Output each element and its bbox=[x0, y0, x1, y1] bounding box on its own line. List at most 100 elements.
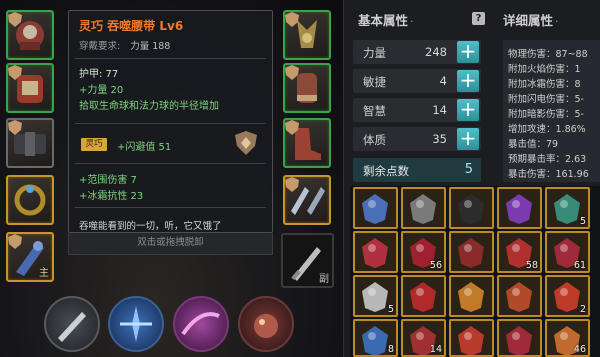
inventory-cell[interactable]: 56 bbox=[401, 231, 446, 273]
inventory-cell[interactable] bbox=[449, 187, 494, 229]
stack-count: 58 bbox=[525, 260, 538, 271]
ore-icon bbox=[506, 326, 532, 355]
inventory-cell[interactable]: 8 bbox=[353, 319, 398, 357]
quality-badge-icon bbox=[285, 177, 299, 192]
main-weapon-slot[interactable]: 主 bbox=[6, 232, 54, 282]
quality-badge-icon bbox=[8, 120, 22, 135]
help-icon[interactable]: ? bbox=[472, 12, 485, 25]
skill-slash[interactable] bbox=[44, 296, 100, 352]
gloves-slot[interactable] bbox=[283, 63, 331, 113]
armor-stat: 护甲: 77 bbox=[79, 69, 119, 80]
basic-attributes-header: 基本属性 · bbox=[358, 10, 414, 29]
inventory-cell[interactable] bbox=[353, 187, 398, 229]
add-constitution-button[interactable]: + bbox=[457, 128, 479, 150]
detail-line: 附加冰霜伤害：8 bbox=[508, 79, 581, 90]
stat-name: 力量 bbox=[363, 46, 386, 60]
secondary-weapon-slot[interactable]: 副 bbox=[281, 233, 334, 288]
stat-constitution: 体质 35 + bbox=[353, 127, 481, 151]
quality-badge-icon bbox=[285, 120, 299, 135]
main-hand-label: 主 bbox=[39, 268, 49, 279]
stat-value: 35 bbox=[432, 132, 447, 146]
item-title: 灵巧 吞噬腰带 Lv6 bbox=[79, 19, 184, 33]
detail-header-text: 详细属性 bbox=[503, 13, 554, 28]
inventory-cell[interactable]: 58 bbox=[497, 231, 542, 273]
claw-icon bbox=[458, 326, 484, 355]
stack-count: 5 bbox=[387, 304, 394, 315]
pickup-radius-bonus: 拾取生命球和法力球的半径增加 bbox=[79, 101, 219, 112]
detail-line: 预期暴击率：2.63 bbox=[508, 154, 587, 165]
inventory-cell[interactable] bbox=[449, 275, 494, 317]
divider bbox=[75, 163, 266, 164]
stat-wisdom: 智慧 14 + bbox=[353, 98, 481, 122]
stat-name: 智慧 bbox=[363, 104, 386, 118]
detail-attributes-header: 详细属性 · bbox=[503, 10, 559, 29]
stat-strength: 力量 248 + bbox=[353, 40, 481, 64]
stat-value: 4 bbox=[439, 74, 447, 88]
inventory-cell[interactable]: 5 bbox=[545, 187, 590, 229]
stack-count: 56 bbox=[429, 260, 442, 271]
unequip-hint: 双击或拖拽脱卸 bbox=[68, 233, 273, 255]
gem-icon bbox=[506, 194, 532, 224]
stack-count: 14 bbox=[429, 344, 442, 355]
detail-line: 物理伤害：87~88 bbox=[508, 49, 588, 60]
inventory-cell[interactable]: 2 bbox=[545, 275, 590, 317]
wear-requirement: 穿戴要求: 力量 188 bbox=[79, 38, 170, 52]
inventory-cell[interactable] bbox=[497, 275, 542, 317]
detail-attributes-list: 物理伤害：87~88 附加火焰伤害：1 附加冰霜伤害：8 附加闪电伤害：5- 附… bbox=[503, 40, 600, 182]
detail-line: 暴击伤害：161.96 bbox=[508, 169, 589, 180]
inventory-cell[interactable]: 14 bbox=[401, 319, 446, 357]
inventory-cell[interactable] bbox=[497, 319, 542, 357]
detail-line: 附加闪电伤害：5- bbox=[508, 94, 584, 105]
strength-bonus: +力量 20 bbox=[79, 85, 124, 96]
stat-value: 248 bbox=[425, 45, 447, 59]
inventory-cell[interactable] bbox=[401, 187, 446, 229]
staff-icon bbox=[410, 194, 436, 224]
stack-count: 8 bbox=[387, 344, 394, 355]
inventory-cell[interactable]: 61 bbox=[545, 231, 590, 273]
basic-header-dot: · bbox=[410, 15, 414, 28]
armor-slot[interactable] bbox=[6, 63, 54, 113]
flavor-text: 吞噬能看到的一切，听，它又饿了 bbox=[79, 221, 222, 232]
arcane-skill-icon bbox=[181, 312, 220, 336]
character-stage: 主 灵巧 吞噬腰带 Lv6 穿戴要求: 力量 188 护甲: 77 +力量 20 … bbox=[0, 0, 343, 357]
ring-slot[interactable] bbox=[6, 175, 54, 225]
quality-badge-icon bbox=[8, 234, 22, 249]
inventory-cell[interactable] bbox=[449, 231, 494, 273]
add-agility-button[interactable]: + bbox=[457, 70, 479, 92]
inventory-cell[interactable]: 5 bbox=[353, 275, 398, 317]
skill-frost[interactable] bbox=[108, 296, 164, 352]
add-wisdom-button[interactable]: + bbox=[457, 99, 479, 121]
inventory-cell[interactable]: 46 bbox=[545, 319, 590, 357]
quality-badge-icon bbox=[8, 12, 22, 27]
inventory-cell[interactable] bbox=[449, 319, 494, 357]
requirement-label: 穿戴要求: bbox=[79, 41, 121, 52]
detail-line: 附加火焰伤害：1 bbox=[508, 64, 581, 75]
stack-count: 61 bbox=[573, 260, 586, 271]
add-strength-button[interactable]: + bbox=[457, 41, 479, 63]
sword-skill-icon bbox=[58, 312, 86, 342]
divider bbox=[75, 58, 266, 59]
divider bbox=[75, 207, 266, 208]
boots-slot[interactable] bbox=[283, 118, 331, 168]
belt-slot[interactable] bbox=[6, 118, 54, 168]
item-tooltip: 灵巧 吞噬腰带 Lv6 穿戴要求: 力量 188 护甲: 77 +力量 20 拾取… bbox=[68, 10, 273, 233]
amulet-slot[interactable] bbox=[283, 10, 331, 60]
enchant-shield-icon bbox=[235, 131, 257, 155]
stat-value: 14 bbox=[432, 103, 447, 117]
quality-badge-icon bbox=[8, 65, 22, 80]
offhand-label: 副 bbox=[319, 274, 329, 285]
ring-icon bbox=[362, 194, 388, 224]
skill-arcane[interactable] bbox=[173, 296, 229, 352]
stack-count: 5 bbox=[579, 216, 586, 227]
detail-line: 暴击值：79 bbox=[508, 139, 559, 150]
inventory-cell[interactable] bbox=[497, 187, 542, 229]
helmet-slot[interactable] bbox=[6, 10, 54, 60]
offhand-slot[interactable] bbox=[283, 175, 331, 225]
requirement-value: 力量 188 bbox=[130, 41, 171, 52]
detail-header-dot: · bbox=[555, 15, 559, 28]
inventory-cell[interactable] bbox=[401, 275, 446, 317]
claw-icon bbox=[506, 282, 532, 312]
stat-name: 体质 bbox=[363, 133, 386, 147]
inventory-cell[interactable] bbox=[353, 231, 398, 273]
skill-beast[interactable] bbox=[238, 296, 294, 352]
